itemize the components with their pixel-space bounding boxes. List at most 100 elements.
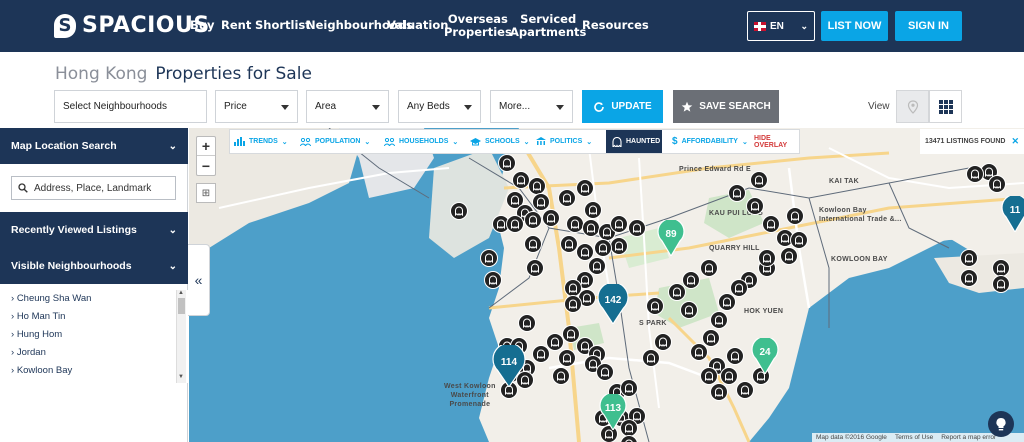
- haunted-marker[interactable]: [610, 237, 628, 260]
- haunted-marker[interactable]: [518, 314, 536, 337]
- haunted-marker[interactable]: [966, 165, 984, 188]
- fullscreen-button[interactable]: ⊞: [196, 183, 216, 203]
- haunted-marker[interactable]: [610, 215, 628, 238]
- haunted-marker[interactable]: [542, 209, 560, 232]
- cluster-count: 11: [1010, 205, 1021, 216]
- cluster-pin[interactable]: 114: [492, 342, 526, 392]
- layer-politics[interactable]: POLITICS ⌄: [536, 130, 592, 153]
- cluster-pin[interactable]: 24: [751, 335, 779, 379]
- haunted-marker[interactable]: [960, 269, 978, 292]
- haunted-marker[interactable]: [620, 435, 638, 442]
- save-search-button[interactable]: SAVE SEARCH: [673, 90, 779, 123]
- haunted-marker[interactable]: [728, 184, 746, 207]
- language-select[interactable]: EN ⌄: [747, 11, 815, 41]
- list-item[interactable]: › Kowloon Bay: [11, 365, 72, 376]
- haunted-marker[interactable]: [506, 215, 524, 238]
- scroll-up-icon[interactable]: ▲: [178, 290, 184, 296]
- haunted-marker[interactable]: [680, 301, 698, 324]
- haunted-marker[interactable]: [450, 202, 468, 225]
- layer-haunted[interactable]: HAUNTED: [606, 130, 662, 153]
- haunted-marker[interactable]: [564, 295, 582, 318]
- more-select[interactable]: More...: [490, 90, 573, 123]
- visible-neighbourhoods-title: Visible Neighbourhoods: [11, 260, 132, 272]
- haunted-marker[interactable]: [576, 179, 594, 202]
- map-view-toggle[interactable]: [896, 90, 929, 123]
- haunted-marker[interactable]: [736, 381, 754, 404]
- dollar-icon: $: [672, 136, 678, 147]
- recently-viewed-header[interactable]: Recently Viewed Listings ⌄: [0, 212, 188, 248]
- map-canvas[interactable]: Prince Edward Rd E KAI TAK KAU PUI LUNG …: [189, 128, 1024, 442]
- cluster-pin[interactable]: 89: [657, 217, 685, 261]
- nav-serviced-apartments[interactable]: Serviced Apartments: [510, 13, 586, 39]
- update-button[interactable]: UPDATE: [582, 90, 663, 123]
- hide-overlay-button[interactable]: HIDE OVERLAY: [754, 130, 799, 153]
- sign-in-button[interactable]: SIGN IN: [895, 11, 962, 41]
- visible-neighbourhoods-header[interactable]: Visible Neighbourhoods ⌄: [0, 248, 188, 284]
- haunted-marker[interactable]: [758, 249, 776, 272]
- neighbourhood-scrollbar[interactable]: ▲ ▼: [176, 290, 186, 383]
- zoom-control: + −: [196, 136, 216, 176]
- beds-select[interactable]: Any Beds: [398, 90, 481, 123]
- neighbourhood-name: Jordan: [16, 347, 46, 358]
- haunted-marker[interactable]: [524, 211, 542, 234]
- haunted-marker[interactable]: [642, 349, 660, 372]
- brand-logo[interactable]: S SPACIOUS: [54, 13, 210, 38]
- scroll-thumb[interactable]: [178, 298, 185, 314]
- terms-of-use-link[interactable]: Terms of Use: [895, 434, 933, 441]
- fullscreen-icon: ⊞: [201, 187, 211, 199]
- scroll-down-icon[interactable]: ▼: [178, 374, 184, 380]
- list-now-button[interactable]: LIST NOW: [821, 11, 888, 41]
- haunted-marker[interactable]: [558, 189, 576, 212]
- haunted-marker[interactable]: [690, 343, 708, 366]
- layer-schools[interactable]: SCHOOLS ⌄: [470, 130, 530, 153]
- nav-valuation[interactable]: Valuation: [387, 19, 448, 32]
- report-map-error-link[interactable]: Report a map error: [941, 434, 996, 441]
- nav-resources[interactable]: Resources: [582, 19, 649, 32]
- nav-buy[interactable]: Buy: [190, 19, 214, 32]
- haunted-marker[interactable]: [780, 247, 798, 270]
- nav-shortlist[interactable]: Shortlist: [255, 19, 311, 32]
- haunted-marker[interactable]: [700, 259, 718, 282]
- area-value: Area: [315, 101, 337, 112]
- collapse-sidebar-button[interactable]: «: [188, 244, 210, 316]
- haunted-marker[interactable]: [786, 207, 804, 230]
- lightbulb-help-button[interactable]: [988, 411, 1014, 437]
- cluster-pin[interactable]: 11: [1001, 193, 1024, 237]
- haunted-marker[interactable]: [560, 235, 578, 258]
- nav-overseas-properties[interactable]: Overseas Properties: [444, 13, 512, 39]
- map-location-search-header[interactable]: Map Location Search ⌄: [0, 128, 188, 164]
- haunted-marker[interactable]: [526, 259, 544, 282]
- layer-affordability-label: AFFORDABILITY: [681, 138, 738, 145]
- haunted-marker[interactable]: [710, 383, 728, 406]
- close-icon[interactable]: ✕: [1011, 136, 1019, 147]
- list-item[interactable]: › Cheung Sha Wan: [11, 293, 91, 304]
- haunted-marker[interactable]: [524, 235, 542, 258]
- price-select[interactable]: Price: [215, 90, 298, 123]
- haunted-marker[interactable]: [750, 171, 768, 194]
- layer-trends[interactable]: TRENDS ⌄: [234, 130, 288, 153]
- location-search-input[interactable]: Address, Place, Landmark: [11, 176, 176, 200]
- haunted-marker[interactable]: [552, 367, 570, 390]
- haunted-marker[interactable]: [992, 275, 1010, 298]
- layer-affordability[interactable]: $ AFFORDABILITY ⌄: [672, 130, 748, 153]
- neighbourhoods-input[interactable]: Select Neighbourhoods: [54, 90, 207, 123]
- cluster-pin[interactable]: 113: [599, 391, 627, 435]
- cluster-count: 114: [501, 357, 518, 368]
- area-select[interactable]: Area: [306, 90, 389, 123]
- grid-view-toggle[interactable]: [929, 90, 962, 123]
- zoom-in-button[interactable]: +: [197, 137, 215, 156]
- bar-chart-icon: [234, 137, 245, 146]
- list-item[interactable]: › Ho Man Tin: [11, 311, 65, 322]
- haunted-marker[interactable]: [480, 249, 498, 272]
- haunted-marker[interactable]: [484, 271, 502, 294]
- haunted-marker[interactable]: [988, 175, 1006, 198]
- haunted-marker[interactable]: [628, 219, 646, 242]
- nav-rent[interactable]: Rent: [221, 19, 251, 32]
- zoom-out-button[interactable]: −: [197, 156, 215, 175]
- layer-population[interactable]: POPULATION ⌄: [300, 130, 370, 153]
- layer-households[interactable]: HOUSEHOLDS ⌄: [384, 130, 458, 153]
- list-item[interactable]: › Jordan: [11, 347, 46, 358]
- list-item[interactable]: › Hung Hom: [11, 329, 62, 340]
- haunted-marker[interactable]: [646, 297, 664, 320]
- cluster-pin[interactable]: 142: [597, 281, 629, 329]
